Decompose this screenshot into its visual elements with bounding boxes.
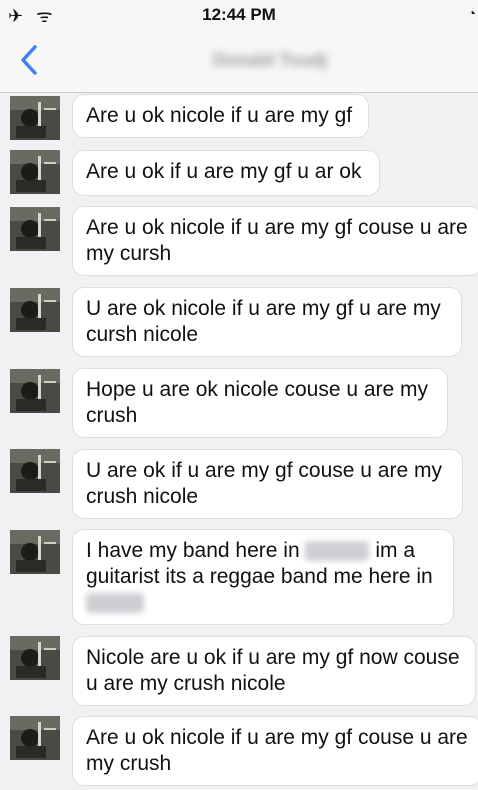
avatar[interactable] [10,96,60,140]
message-bubble[interactable]: I have my band here in xxxxx im a guitar… [72,529,454,625]
avatar[interactable] [10,530,60,574]
battery-icon: ◔ [467,5,476,21]
back-button[interactable] [12,40,52,80]
message-bubble[interactable]: U are ok if u are my gf couse u are my c… [72,449,463,519]
chevron-left-icon [21,45,37,75]
avatar[interactable] [10,288,60,332]
message-bubble[interactable]: Hope u are ok nicole couse u are my crus… [72,368,448,438]
message-bubble[interactable]: Nicole are u ok if u are my gf now couse… [72,636,476,706]
redacted-location: xxxxx [305,541,370,562]
avatar[interactable] [10,150,60,194]
avatar[interactable] [10,716,60,760]
message-bubble[interactable]: Are u ok if u are my gf u ar ok [72,150,380,196]
status-bar: ✈ ᯤ 12:44 PM ◔ [0,0,478,30]
status-time: 12:44 PM [202,5,276,24]
avatar[interactable] [10,449,60,493]
redacted-location: xxxxx [86,593,144,614]
message-bubble[interactable]: Are u ok nicole if u are my gf couse u a… [72,716,478,786]
message-bubble[interactable]: U are ok nicole if u are my gf u are my … [72,287,462,357]
message-bubble[interactable]: Are u ok nicole if u are my gf [72,94,369,138]
conversation-title[interactable]: Donald Toudj [190,50,350,72]
avatar[interactable] [10,207,60,251]
avatar[interactable] [10,636,60,680]
message-bubble[interactable]: Are u ok nicole if u are my gf couse u a… [72,206,478,276]
message-thread[interactable]: Are u ok nicole if u are my gf Are u ok … [0,93,478,790]
nav-bar: Donald Toudj [0,30,478,93]
message-text: I have my band here in [86,539,300,562]
avatar[interactable] [10,369,60,413]
